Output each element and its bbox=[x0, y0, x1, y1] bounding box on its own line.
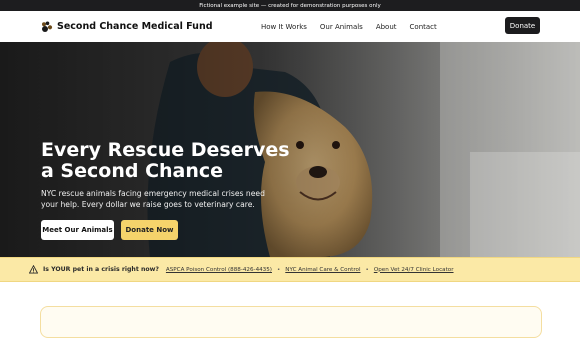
warning-icon bbox=[29, 265, 38, 274]
nav-link-our-animals[interactable]: Our Animals bbox=[320, 23, 363, 31]
hero-title: Every Rescue Deserves a Second Chance bbox=[41, 139, 290, 182]
hero-subtitle: NYC rescue animals facing emergency medi… bbox=[41, 189, 265, 209]
aspca-poison-control-link[interactable]: ASPCA Poison Control (888-426-4435) bbox=[166, 267, 272, 273]
site-header: Second Chance Medical Fund How It Works … bbox=[0, 11, 580, 43]
paw-icon bbox=[42, 21, 53, 32]
crisis-bar: Is YOUR pet in a crisis right now? ASPCA… bbox=[0, 257, 580, 282]
meet-our-animals-button[interactable]: Meet Our Animals bbox=[41, 220, 114, 240]
separator-dot: • bbox=[276, 266, 281, 273]
nav-link-about[interactable]: About bbox=[376, 23, 397, 31]
crisis-question: Is YOUR pet in a crisis right now? bbox=[43, 266, 159, 273]
demo-banner: Fictional example site — created for dem… bbox=[0, 0, 580, 11]
brand-logo-link[interactable]: Second Chance Medical Fund bbox=[41, 11, 213, 42]
vet-clinic-locator-link[interactable]: Open Vet 24/7 Clinic Locator bbox=[374, 267, 454, 273]
hero-section: Every Rescue Deserves a Second Chance NY… bbox=[0, 42, 580, 257]
nav-link-how-it-works[interactable]: How It Works bbox=[261, 23, 307, 31]
main-nav: How It Works Our Animals About Contact bbox=[261, 11, 437, 42]
separator-dot: • bbox=[365, 266, 369, 273]
nyc-animal-care-link[interactable]: NYC Animal Care & Control bbox=[285, 267, 360, 273]
donate-button[interactable]: Donate bbox=[505, 17, 540, 34]
demo-banner-text: Fictional example site — created for dem… bbox=[199, 2, 381, 9]
brand-name: Second Chance Medical Fund bbox=[57, 21, 213, 32]
content-card bbox=[40, 306, 542, 338]
nav-link-contact[interactable]: Contact bbox=[410, 23, 437, 31]
donate-now-button[interactable]: Donate Now bbox=[121, 220, 178, 240]
